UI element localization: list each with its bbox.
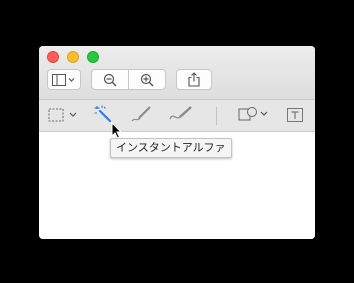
sidebar-icon: [52, 73, 76, 86]
title-bar: [39, 46, 315, 100]
sketch-pen-icon: [131, 105, 153, 127]
minimize-window-button[interactable]: [67, 51, 79, 63]
share-button[interactable]: [176, 69, 212, 90]
zoom-window-button[interactable]: [87, 51, 99, 63]
sketch-tool[interactable]: [131, 106, 153, 126]
share-icon: [188, 72, 200, 87]
draw-pen-icon: [169, 105, 195, 127]
close-window-button[interactable]: [47, 51, 59, 63]
shapes-icon: [238, 106, 272, 126]
zoom-out-icon: [103, 73, 117, 87]
markup-toolbar: [39, 100, 315, 132]
magic-wand-icon: [94, 105, 112, 127]
zoom-in-icon: [140, 73, 154, 87]
text-tool[interactable]: [287, 106, 303, 126]
instant-alpha-tool[interactable]: [94, 105, 112, 127]
shapes-tool[interactable]: [238, 106, 272, 126]
rectangular-selection-icon: [48, 107, 80, 126]
zoom-in-button[interactable]: [128, 69, 166, 90]
zoom-out-button[interactable]: [91, 69, 129, 90]
draw-tool[interactable]: [169, 106, 195, 126]
tool-tooltip: インスタントアルファ: [110, 138, 232, 158]
selection-tool[interactable]: [48, 106, 80, 126]
text-box-icon: [287, 107, 303, 126]
sidebar-view-button[interactable]: [47, 69, 81, 90]
toolbar-divider: [216, 107, 217, 125]
